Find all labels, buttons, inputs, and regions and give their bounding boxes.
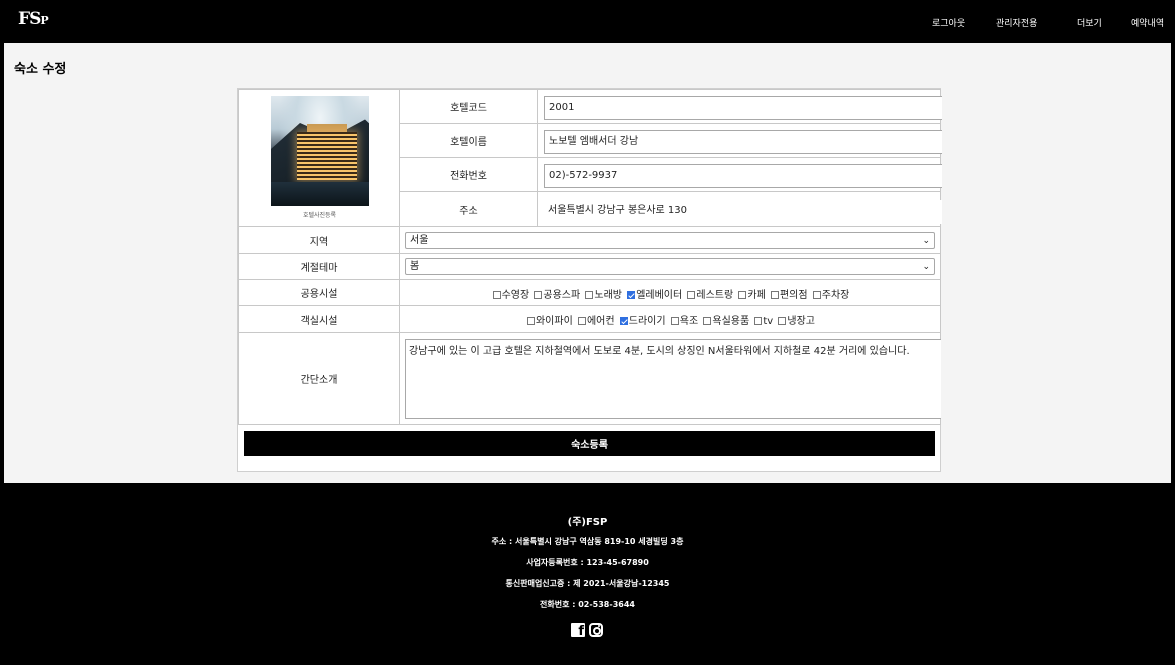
facebook-icon[interactable]: f (571, 623, 585, 639)
checkbox-elevator[interactable] (627, 291, 636, 299)
facilities-cell: 수영장 공용스파 노래방 엘레베이터 레스트랑 카페 편의점 주차장 (399, 279, 941, 306)
region-cell: 서울 ⌄ (399, 226, 941, 254)
footer-phone: 전화번호 : 02-538-3644 (540, 600, 635, 609)
nav-more[interactable]: 더보기 (1077, 16, 1102, 29)
nav-reservations[interactable]: 예약내역 (1131, 16, 1164, 29)
checkbox-fridge[interactable] (778, 317, 787, 325)
checkbox-convenience-store[interactable] (770, 291, 779, 299)
nav-admin[interactable]: 관리자전용 (996, 16, 1037, 29)
footer-business-number: 사업자등록번호 : 123-45-67890 (526, 558, 649, 567)
season-label: 계절테마 (238, 253, 400, 280)
checkbox-aircon[interactable] (577, 317, 586, 325)
chevron-down-icon: ⌄ (922, 262, 930, 272)
checkbox-wifi[interactable] (526, 317, 535, 325)
address-label: 주소 (399, 191, 538, 227)
hotel-name-label: 호텔이름 (399, 123, 538, 158)
checkbox-label: 와이파이 (535, 316, 573, 327)
checkbox-parking[interactable] (812, 291, 821, 299)
footer-mail-order-number: 통신판매업신고증 : 제 2021-서울강남-12345 (505, 579, 670, 588)
intro-label: 간단소개 (238, 332, 400, 425)
page: FSP 로그아웃 관리자전용 더보기 예약내역 숙소 수정 호텔사진등록 호텔코… (4, 0, 1171, 665)
social-links: f (571, 623, 603, 639)
season-cell: 봄 ⌄ (399, 253, 941, 280)
register-hotel-button[interactable]: 숙소등록 (244, 431, 935, 456)
checkbox-bathtub[interactable] (670, 317, 679, 325)
checkbox-label: 드라이기 (628, 316, 666, 327)
chevron-down-icon: ⌄ (922, 236, 930, 246)
checkbox-label: 냉장고 (787, 316, 816, 327)
hotel-photo[interactable] (271, 96, 369, 206)
checkbox-label: 에어컨 (586, 316, 615, 327)
region-label: 지역 (238, 226, 400, 254)
checkbox-restaurant[interactable] (687, 291, 696, 299)
hotel-name-input[interactable]: 노보텔 엠배서더 강남 (544, 130, 942, 154)
footer-address: 주소 : 서울특별시 강남구 역삼동 819-10 세경빌딩 3층 (491, 537, 684, 546)
photo-cell[interactable]: 호텔사진등록 (238, 89, 400, 227)
checkbox-label: 레스트랑 (696, 290, 734, 301)
hotel-code-input[interactable]: 2001 (544, 96, 942, 120)
checkbox-spa[interactable] (534, 291, 543, 299)
intro-textarea[interactable]: 강남구에 있는 이 고급 호텔은 지하철역에서 도보로 4분, 도시의 상징인 … (405, 339, 941, 419)
phone-input[interactable]: 02)-572-9937 (544, 164, 942, 188)
checkbox-hairdryer[interactable] (619, 317, 628, 325)
top-navbar: FSP 로그아웃 관리자전용 더보기 예약내역 (4, 0, 1171, 43)
region-select[interactable]: 서울 ⌄ (405, 232, 935, 249)
address-input[interactable]: 서울특별시 강남구 봉은사로 130 (544, 200, 942, 224)
room-amenities-cell: 와이파이 에어컨 드라이기 욕조 욕실용품 tv 냉장고 (399, 305, 941, 333)
intro-cell: 강남구에 있는 이 고급 호텔은 지하철역에서 도보로 4분, 도시의 상징인 … (399, 332, 941, 425)
checkbox-cafe[interactable] (738, 291, 747, 299)
page-title: 숙소 수정 (14, 62, 67, 77)
checkbox-tv[interactable] (754, 317, 763, 325)
checkbox-label: 편의점 (779, 290, 808, 301)
site-logo[interactable]: FSP (18, 9, 49, 29)
room-amenities-label: 객실시설 (238, 305, 400, 333)
checkbox-label: 노래방 (594, 290, 623, 301)
checkbox-label: 주차장 (821, 290, 850, 301)
footer: (주)FSP 주소 : 서울특별시 강남구 역삼동 819-10 세경빌딩 3층… (4, 483, 1171, 665)
hotel-name-cell: 노보텔 엠배서더 강남 (537, 123, 942, 158)
checkbox-label: 수영장 (501, 290, 530, 301)
checkbox-toiletries[interactable] (703, 317, 712, 325)
checkbox-label: 욕조 (679, 316, 699, 327)
phone-label: 전화번호 (399, 157, 538, 192)
nav-logout[interactable]: 로그아웃 (932, 16, 965, 29)
checkbox-label: 카페 (747, 290, 766, 301)
phone-cell: 02)-572-9937 (537, 157, 942, 192)
facilities-label: 공용시설 (238, 279, 400, 306)
checkbox-label: 욕실용품 (712, 316, 750, 327)
instagram-icon[interactable] (589, 623, 603, 637)
hotel-code-label: 호텔코드 (399, 89, 538, 124)
hotel-edit-form: 호텔사진등록 호텔코드 2001 호텔이름 노보텔 엠배서더 강남 전화번호 0… (237, 88, 942, 472)
checkbox-karaoke[interactable] (585, 291, 594, 299)
checkbox-label: 공용스파 (543, 290, 581, 301)
hotel-code-cell: 2001 (537, 89, 942, 124)
photo-upload-label[interactable]: 호텔사진등록 (239, 210, 400, 219)
checkbox-pool[interactable] (492, 291, 501, 299)
address-cell: 서울특별시 강남구 봉은사로 130 (537, 191, 942, 227)
footer-company: (주)FSP (567, 517, 608, 528)
checkbox-label: tv (763, 316, 774, 327)
room-amenities-checkbox-group: 와이파이 에어컨 드라이기 욕조 욕실용품 tv 냉장고 (400, 312, 940, 327)
checkbox-label: 엘레베이터 (636, 290, 683, 301)
facilities-checkbox-group: 수영장 공용스파 노래방 엘레베이터 레스트랑 카페 편의점 주차장 (400, 286, 940, 301)
season-select[interactable]: 봄 ⌄ (405, 258, 935, 275)
